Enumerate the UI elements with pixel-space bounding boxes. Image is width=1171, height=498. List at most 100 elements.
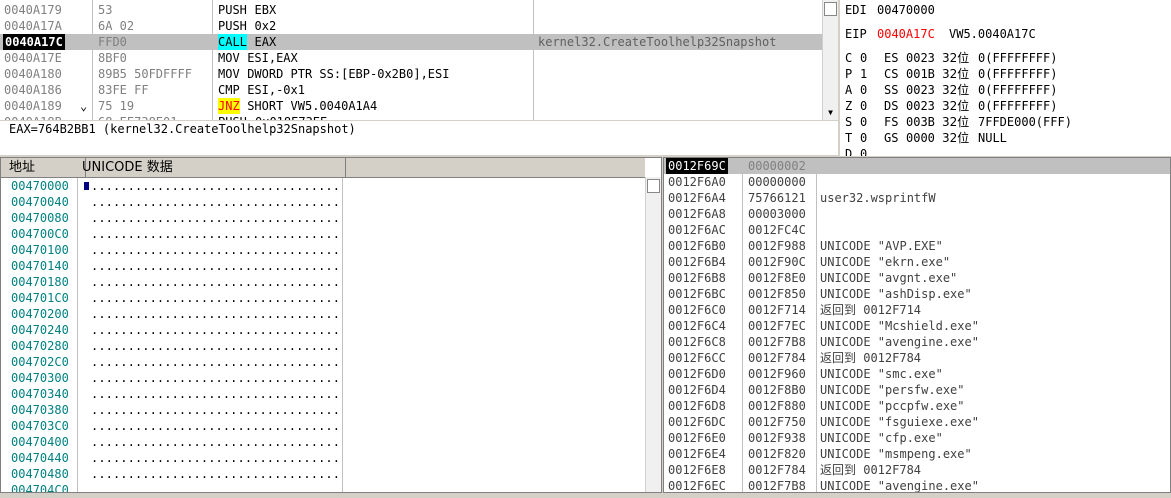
segment-selector: 0000: [906, 131, 935, 145]
disasm-row[interactable]: 0040A17C FFD0 CALL EAX kernel32.CreateToolhe…: [0, 34, 822, 50]
stack-address: 0012F6EC: [668, 479, 726, 493]
dump-row[interactable]: 00470080................................…: [1, 210, 643, 226]
dump-row[interactable]: 00470440................................…: [1, 450, 643, 466]
stack-row[interactable]: 0012F6D8 0012F880 UNICODE "pccpfw.exe": [664, 398, 1170, 414]
disasm-row[interactable]: 0040A180 89B5 50FDFFFF MOV DWORD PTR SS:[EB…: [0, 66, 822, 82]
flag-value[interactable]: 0: [860, 98, 867, 114]
disasm-row[interactable]: 0040A179 53 PUSH EBX: [0, 2, 822, 18]
dump-row[interactable]: 00470340................................…: [1, 386, 643, 402]
dump-row[interactable]: 00470040................................…: [1, 194, 643, 210]
stack-row[interactable]: 0012F6E4 0012F820 UNICODE "msmpeng.exe": [664, 446, 1170, 462]
dump-row[interactable]: 00470300................................…: [1, 370, 643, 386]
disasm-row-partial[interactable]: 0040A18B 68 EE738E01 PUSH 0x018E73EE: [0, 114, 822, 120]
info-pane: EAX=764B2BB1 (kernel32.CreateToolhelp32S…: [0, 121, 838, 155]
stack-row[interactable]: 0012F6B0 0012F988 UNICODE "AVP.EXE": [664, 238, 1170, 254]
dump-row[interactable]: 00470400................................…: [1, 434, 643, 450]
flag-row[interactable]: C 0 ES 0023 32位 0(FFFFFFFF): [840, 50, 1171, 66]
disasm-row[interactable]: 0040A17E 8BF0 MOV ESI,EAX: [0, 50, 822, 66]
stack-row[interactable]: 0012F6DC 0012F750 UNICODE "fsguiexe.exe": [664, 414, 1170, 430]
dump-row[interactable]: 00470480................................…: [1, 466, 643, 482]
flag-row[interactable]: P 1 CS 001B 32位 0(FFFFFFFF): [840, 66, 1171, 82]
disasm-scrollbar[interactable]: ▼: [822, 0, 838, 120]
dump-header-address[interactable]: 地址: [1, 158, 86, 177]
flag-value[interactable]: 0: [860, 82, 867, 98]
stack-value: 0012F784: [748, 351, 806, 365]
reg-edi-value[interactable]: 00470000: [877, 2, 935, 18]
dump-row[interactable]: 00470200................................…: [1, 306, 643, 322]
disassembly-pane[interactable]: 0040A179 53 PUSH EBX 0040A17A 6A 02 PUSH 0x2 004…: [0, 0, 822, 120]
disasm-address: 0040A17E: [4, 51, 62, 65]
stack-row[interactable]: 0012F6A4 75766121 user32.wsprintfW: [664, 190, 1170, 206]
disasm-hex: 8BF0: [98, 51, 127, 65]
dump-row[interactable]: 00470240................................…: [1, 322, 643, 338]
dump-row[interactable]: 00470140................................…: [1, 258, 643, 274]
stack-row[interactable]: 0012F6E0 0012F938 UNICODE "cfp.exe": [664, 430, 1170, 446]
flag-value[interactable]: 0: [860, 114, 867, 130]
dump-row[interactable]: 004703C0................................…: [1, 418, 643, 434]
flag-value[interactable]: 1: [860, 66, 867, 82]
stack-address: 0012F6BC: [668, 287, 726, 301]
disasm-address: 0040A18B: [4, 114, 62, 120]
dump-scroll-thumb[interactable]: [647, 179, 660, 193]
stack-row[interactable]: 0012F6EC 0012F7B8 UNICODE "avengine.exe": [664, 478, 1170, 493]
stack-row[interactable]: 0012F6B4 0012F90C UNICODE "ekrn.exe": [664, 254, 1170, 270]
dump-row[interactable]: 00470000................................…: [1, 178, 643, 194]
dump-data: ..................................: [91, 275, 341, 289]
dump-data: ..................................: [91, 419, 341, 433]
stack-address: 0012F6C8: [668, 335, 726, 349]
stack-row[interactable]: 0012F6D0 0012F960 UNICODE "smc.exe": [664, 366, 1170, 382]
stack-row[interactable]: 0012F6A0 00000000: [664, 174, 1170, 190]
reg-eip-value[interactable]: 0040A17C: [877, 26, 935, 42]
stack-top-row[interactable]: 0012F69C 00000002: [664, 158, 1170, 174]
stack-row[interactable]: 0012F6BC 0012F850 UNICODE "ashDisp.exe": [664, 286, 1170, 302]
disasm-scroll-down-icon[interactable]: ▼: [823, 108, 838, 118]
stack-row[interactable]: 0012F6E8 0012F784 返回到 0012F784: [664, 462, 1170, 478]
stack-row[interactable]: 0012F6AC 0012FC4C: [664, 222, 1170, 238]
dump-row[interactable]: 00470380................................…: [1, 402, 643, 418]
segment-base: NULL: [978, 131, 1007, 145]
disasm-address: 0040A17A: [4, 19, 62, 33]
dump-row[interactable]: 004702C0................................…: [1, 354, 643, 370]
segment-base: 0(FFFFFFFF): [978, 83, 1058, 97]
segment-name: ES: [884, 51, 899, 65]
flag-row[interactable]: D0: [840, 146, 1171, 156]
dump-scrollbar[interactable]: [645, 177, 661, 492]
registers-pane[interactable]: EDI 00470000 EIP 0040A17C VW5.0040A17C C…: [840, 0, 1171, 156]
dump-pane[interactable]: 地址 UNICODE 数据 00470000..................…: [0, 157, 662, 493]
flag-row[interactable]: S 0 FS 003B 32位 7FFDE000(FFF): [840, 114, 1171, 130]
dump-row[interactable]: 00470100................................…: [1, 242, 643, 258]
dump-row[interactable]: 00470180................................…: [1, 274, 643, 290]
stack-value: 0012F988: [748, 239, 806, 253]
dump-row[interactable]: 004701C0................................…: [1, 290, 643, 306]
stack-row[interactable]: 0012F6C8 0012F7B8 UNICODE "avengine.exe": [664, 334, 1170, 350]
stack-row[interactable]: 0012F6C0 0012F714 返回到 0012F714: [664, 302, 1170, 318]
dump-row[interactable]: 004700C0................................…: [1, 226, 643, 242]
stack-row[interactable]: 0012F6C4 0012F7EC UNICODE "Mcshield.exe": [664, 318, 1170, 334]
stack-pane[interactable]: 0012F69C 00000002 0012F6A0 00000000 0012F6…: [663, 157, 1171, 493]
flag-row[interactable]: A 0 SS 0023 32位 0(FFFFFFFF): [840, 82, 1171, 98]
stack-row[interactable]: 0012F6A8 00003000: [664, 206, 1170, 222]
stack-row[interactable]: 0012F6CC 0012F784 返回到 0012F784: [664, 350, 1170, 366]
dump-row[interactable]: 004704C0................................…: [1, 482, 643, 492]
flag-value[interactable]: 0: [860, 50, 867, 66]
stack-row[interactable]: 0012F6B8 0012F8E0 UNICODE "avgnt.exe": [664, 270, 1170, 286]
segment-selector: 0023: [906, 99, 935, 113]
disasm-row[interactable]: 0040A186 83FE FF CMP ESI,-0x1: [0, 82, 822, 98]
dump-row[interactable]: 00470280................................…: [1, 338, 643, 354]
flag-value[interactable]: 0: [860, 130, 867, 146]
dump-address: 00470140: [11, 259, 69, 273]
disasm-scroll-thumb[interactable]: [824, 2, 837, 16]
flag-row[interactable]: Z 0 DS 0023 32位 0(FFFFFFFF): [840, 98, 1171, 114]
segment-bits-label: 32位: [942, 115, 970, 129]
flag-value[interactable]: 0: [860, 146, 867, 156]
dump-data: ..................................: [91, 195, 341, 209]
flag-row[interactable]: T 0 GS 0000 32位 NULL: [840, 130, 1171, 146]
disasm-address: 0040A180: [4, 67, 62, 81]
disasm-row[interactable]: 0040A189 75 19 JNZ SHORT VW5.0040A1A4 ⌄: [0, 98, 822, 114]
segment-selector: 003B: [906, 115, 935, 129]
disasm-address: 0040A17C: [3, 34, 65, 50]
stack-row[interactable]: 0012F6D4 0012F8B0 UNICODE "persfw.exe": [664, 382, 1170, 398]
disasm-row[interactable]: 0040A17A 6A 02 PUSH 0x2: [0, 18, 822, 34]
flag-name: P: [845, 67, 853, 81]
dump-header-data[interactable]: UNICODE 数据: [78, 158, 346, 177]
